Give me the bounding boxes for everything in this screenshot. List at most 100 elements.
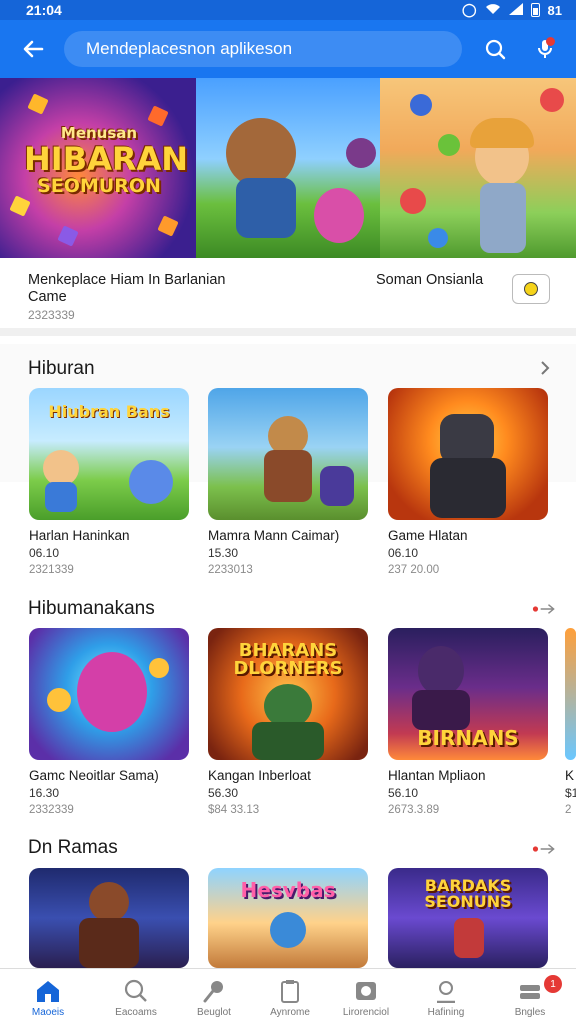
game-card-peek[interactable]: K $1 2 xyxy=(565,628,576,816)
character-body xyxy=(454,918,484,958)
game-card[interactable] xyxy=(29,868,189,968)
fruit-decoration xyxy=(438,134,460,156)
character-body xyxy=(412,690,470,730)
cube-decoration xyxy=(147,105,169,127)
nav-label: Hafining xyxy=(427,1007,465,1018)
search-button[interactable] xyxy=(480,34,510,64)
mic-icon xyxy=(203,981,223,1003)
character-body xyxy=(252,722,324,760)
game-rating: 16.30 xyxy=(29,786,60,800)
game-meta: 2321339 xyxy=(29,564,74,576)
featured-right-label: Soman Onsianla xyxy=(376,272,484,288)
featured-info[interactable]: Menkeplace Hiam In Barlanian Came 232333… xyxy=(0,258,576,336)
character-body xyxy=(480,183,526,253)
character-head xyxy=(270,912,306,948)
game-card[interactable]: Mamra Mann Caimar) 15.30 2233013 xyxy=(208,388,368,576)
featured-title: Menkeplace Hiam In Barlanian Came xyxy=(28,272,226,305)
game-rating: 56.30 xyxy=(208,786,239,800)
game-meta: $84 33.13 xyxy=(208,804,260,816)
game-card[interactable]: Gamc Neoitlar Sama) 16.30 2332339 xyxy=(29,628,189,816)
coin-icon xyxy=(149,658,169,678)
status-bar: 21:04 ◯ 81 xyxy=(0,0,576,20)
arrow-right-icon xyxy=(532,844,555,854)
robot-body xyxy=(430,458,506,518)
banner-title: Menusan HIBARAN SEOMURON xyxy=(24,124,188,196)
search-icon xyxy=(485,39,506,60)
banner-panel-title: Menusan HIBARAN SEOMURON xyxy=(0,78,196,258)
fruit-decoration xyxy=(400,188,426,214)
character-hair xyxy=(470,118,534,148)
game-card[interactable]: Game Hlatan 06.10 237 20.00 xyxy=(388,388,548,576)
nav-item-search[interactable]: Eacoams xyxy=(96,969,176,1024)
nav-item-profile[interactable]: Hafining xyxy=(404,969,488,1024)
game-thumbnail xyxy=(29,868,189,968)
fruit-decoration xyxy=(410,94,432,116)
game-title: Mamra Mann Caimar) xyxy=(208,528,340,543)
section-title: Hibumanakans xyxy=(28,598,155,619)
game-card[interactable]: Hesvbas xyxy=(208,868,368,968)
thumbnail-caption: Hiubran Bans xyxy=(48,402,170,421)
section-more-button[interactable] xyxy=(532,838,558,860)
nav-item-bundles[interactable]: Bngles 1 xyxy=(488,969,572,1024)
game-rating: 06.10 xyxy=(388,546,419,560)
home-icon xyxy=(37,981,59,1002)
creature-icon xyxy=(129,460,173,504)
character-body xyxy=(264,450,312,502)
status-icons: ◯ 81 xyxy=(462,2,562,18)
banner-panel-scene xyxy=(380,78,576,258)
arrow-right-icon xyxy=(532,604,555,614)
signal-icon xyxy=(508,2,523,18)
character-head xyxy=(418,646,464,696)
banner-line1: Menusan xyxy=(60,124,138,142)
nav-item-store[interactable]: Lirorenciol xyxy=(328,969,404,1024)
featured-action-button[interactable] xyxy=(512,274,550,304)
creature-icon xyxy=(77,652,147,732)
game-title: K xyxy=(565,768,575,783)
game-card[interactable]: Hiubran Bans Harlan Haninkan 06.10 23213… xyxy=(29,388,189,576)
game-card[interactable]: BIRNANS Hlantan Mpliaon 56.10 2673.3.89 xyxy=(388,628,548,816)
nav-item-clipboard[interactable]: Aynrome xyxy=(252,969,328,1024)
game-card[interactable]: BARDAKS SEONUNS xyxy=(388,868,548,968)
cube-decoration xyxy=(157,215,179,237)
chevron-right-icon xyxy=(541,361,550,375)
character-purple xyxy=(346,138,376,168)
search-input[interactable]: Mendeplacesnon aplikeson xyxy=(64,31,462,67)
section-more-button[interactable] xyxy=(532,357,558,379)
game-card[interactable]: BHARANS DLORNERS Kangan Inberloat 56.30 … xyxy=(208,628,368,816)
enemy-icon xyxy=(320,466,354,506)
game-meta: 2332339 xyxy=(29,804,74,816)
banner-panel-characters xyxy=(196,78,380,258)
voice-button[interactable] xyxy=(530,34,560,64)
nav-label: Maoeis xyxy=(31,1007,65,1018)
store-icon xyxy=(356,982,376,1000)
nav-label: Eacoams xyxy=(115,1007,157,1018)
game-rating: $1 xyxy=(565,786,576,800)
section-title: Dn Ramas xyxy=(28,837,118,858)
back-button[interactable] xyxy=(18,34,48,64)
battery-level: 81 xyxy=(547,2,562,18)
featured-meta: 2323339 xyxy=(28,308,75,322)
fruit-decoration xyxy=(428,228,448,248)
nav-label: Beuglot xyxy=(197,1007,231,1018)
game-rating: 15.30 xyxy=(208,546,239,560)
character-head xyxy=(89,882,129,922)
stack-icon xyxy=(520,985,540,999)
cube-decoration xyxy=(9,195,31,217)
nav-label: Lirorenciol xyxy=(342,1007,390,1018)
coin-icon xyxy=(524,282,538,296)
battery-icon xyxy=(530,3,540,17)
section-more-button[interactable] xyxy=(532,598,558,620)
game-title: Gamc Neoitlar Sama) xyxy=(29,768,159,783)
search-icon xyxy=(124,979,147,1002)
game-thumbnail xyxy=(388,388,548,520)
wifi-icon xyxy=(485,3,501,18)
game-meta: 2233013 xyxy=(208,564,253,576)
game-title: Game Hlatan xyxy=(388,528,468,543)
nav-item-mic[interactable]: Beuglot xyxy=(176,969,252,1024)
alarm-icon: ◯ xyxy=(461,2,477,17)
coin-icon xyxy=(47,688,71,712)
featured-banner[interactable]: Menusan HIBARAN SEOMURON xyxy=(0,78,576,258)
nav-label: Aynrome xyxy=(270,1007,310,1018)
nav-item-home[interactable]: Maoeis xyxy=(0,969,96,1024)
clipboard-icon xyxy=(281,980,299,1003)
